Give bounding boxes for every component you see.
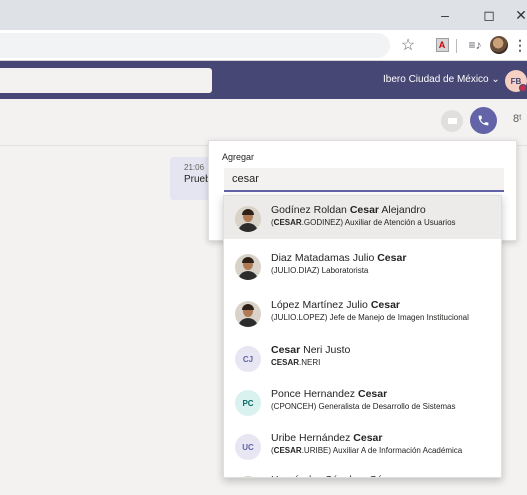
- add-people-icon[interactable]: 8ᵗ: [513, 113, 522, 125]
- name-part: Godínez Roldan: [271, 204, 350, 216]
- name-part: Cesar: [377, 252, 407, 264]
- teams-header: Ibero Ciudad de México ⌄ FB: [0, 61, 527, 99]
- suggestion-detail: (JULIO.LOPEZ) Jefe de Manejo de Imagen I…: [271, 313, 469, 322]
- detail-part: .NERI: [299, 358, 321, 367]
- contact-photo: [235, 206, 261, 232]
- toolbar-divider: [456, 39, 457, 53]
- name-part: Cesar: [271, 344, 301, 356]
- suggestion-row[interactable]: Godínez Roldan Cesar Alejandro (CESAR.GOD…: [224, 196, 501, 239]
- detail-part: (JULIO.DIAZ) Laboratorista: [271, 266, 369, 275]
- detail-part: .URIBE) Auxiliar A de Información Académ…: [301, 446, 463, 455]
- suggestion-name: Hernández Sánchez César: [271, 474, 397, 477]
- name-part: Hernández Sánchez César: [271, 474, 397, 477]
- detail-part: (JULIO.LOPEZ) Jefe de Manejo de Imagen I…: [271, 313, 469, 322]
- browser-titlebar: – ◻ ✕: [0, 0, 527, 30]
- name-part: Cesar: [370, 299, 401, 311]
- suggestion-name: Cesar Neri Justo: [271, 344, 350, 356]
- suggestion-detail: (CESAR.URIBE) Auxiliar A de Información …: [271, 446, 462, 455]
- suggestion-name: Uribe Hernández Cesar: [271, 432, 383, 444]
- add-people-label: Agregar: [222, 152, 255, 162]
- name-part: Cesar: [353, 432, 383, 444]
- suggestion-name: Godínez Roldan Cesar Alejandro: [271, 204, 426, 216]
- people-suggestions-list: Godínez Roldan Cesar Alejandro (CESAR.GOD…: [223, 195, 502, 478]
- name-part: Uribe Hernández: [271, 432, 354, 444]
- name-part: Ponce Hernandez: [271, 388, 358, 400]
- audio-call-button[interactable]: [470, 107, 497, 134]
- suggestion-detail: (CESAR.GODINEZ) Auxiliar de Atención a U…: [271, 218, 456, 227]
- name-part: Cesar: [349, 204, 380, 216]
- detail-part: (CPONCEH) Generalista de Desarrollo de S…: [271, 402, 456, 411]
- suggestion-name: Diaz Matadamas Julio Cesar: [271, 252, 406, 264]
- suggestion-detail: (CPONCEH) Generalista de Desarrollo de S…: [271, 402, 456, 411]
- profile-avatar[interactable]: [489, 35, 509, 55]
- name-part: Cesar: [357, 388, 388, 400]
- name-part: López Martínez Julio: [271, 299, 371, 311]
- video-camera-icon: [447, 118, 457, 124]
- presence-status-icon: [519, 84, 527, 92]
- suggestion-row[interactable]: Hernández Sánchez César: [224, 466, 501, 477]
- suggestion-name: Ponce Hernandez Cesar: [271, 388, 387, 400]
- org-switcher[interactable]: Ibero Ciudad de México ⌄: [383, 74, 500, 85]
- detail-part: CESAR: [273, 446, 302, 455]
- contact-photo: [235, 301, 261, 327]
- contact-photo: [235, 254, 261, 280]
- contact-initials-avatar: UC: [235, 434, 261, 460]
- name-part: Neri Justo: [300, 344, 351, 356]
- detail-part: .GODINEZ) Auxiliar de Atención a Usuario…: [301, 218, 456, 227]
- contact-initials-avatar: PC: [235, 390, 261, 416]
- suggestion-row[interactable]: PC Ponce Hernandez Cesar (CPONCEH) General…: [224, 380, 501, 423]
- browser-toolbar: ☆ A ≡♪ ⋮: [0, 30, 527, 61]
- media-control-icon[interactable]: ≡♪: [465, 35, 485, 55]
- suggestion-detail: (JULIO.DIAZ) Laboratorista: [271, 266, 368, 275]
- contact-initials-avatar: CJ: [235, 346, 261, 372]
- chat-header: 8ᵗ: [0, 99, 527, 146]
- address-bar[interactable]: [0, 33, 390, 58]
- suggestion-row[interactable]: Diaz Matadamas Julio Cesar (JULIO.DIAZ) L…: [224, 244, 501, 287]
- minimize-button[interactable]: –: [430, 0, 460, 30]
- detail-part: CESAR: [271, 358, 300, 367]
- suggestion-row[interactable]: López Martínez Julio Cesar (JULIO.LOPEZ) …: [224, 291, 501, 334]
- name-part: Diaz Matadamas Julio: [271, 252, 378, 264]
- suggestion-row[interactable]: UC Uribe Hernández Cesar (CESAR.URIBE) Aux…: [224, 424, 501, 467]
- add-people-input[interactable]: [224, 168, 504, 192]
- phone-icon: [478, 115, 489, 126]
- detail-part: CESAR: [273, 218, 302, 227]
- suggestion-detail: CESAR.NERI: [271, 358, 320, 367]
- name-part: Alejandro: [379, 204, 426, 216]
- pdf-extension-icon[interactable]: A: [432, 35, 452, 55]
- video-call-button[interactable]: [441, 110, 463, 132]
- suggestion-row[interactable]: CJ Cesar Neri Justo CESAR.NERI: [224, 336, 501, 379]
- star-icon[interactable]: ☆: [398, 35, 418, 55]
- maximize-button[interactable]: ◻: [474, 0, 504, 30]
- teams-search-box[interactable]: [0, 68, 212, 93]
- suggestion-name: López Martínez Julio Cesar: [271, 299, 400, 311]
- close-button[interactable]: ✕: [506, 0, 527, 30]
- more-menu-icon[interactable]: ⋮: [510, 35, 527, 55]
- contact-photo: [235, 476, 261, 477]
